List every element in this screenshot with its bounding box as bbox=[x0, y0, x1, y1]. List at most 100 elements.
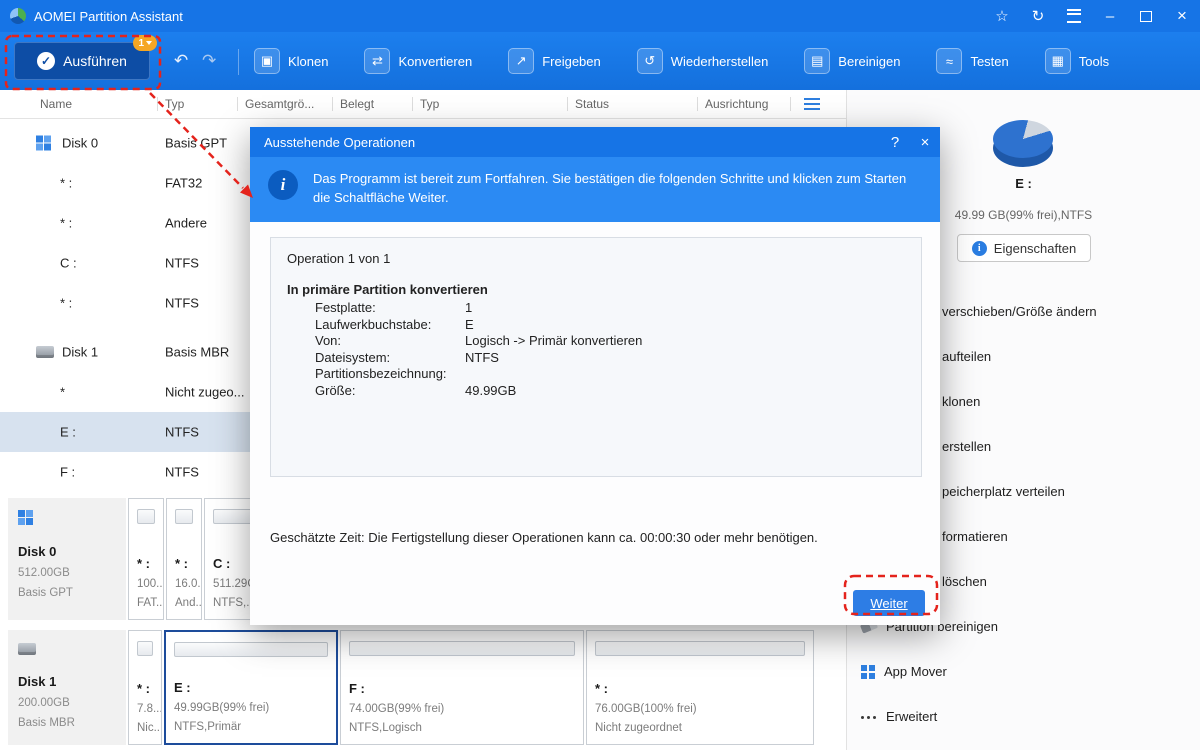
header-divider bbox=[790, 97, 791, 111]
partition-name: * : bbox=[137, 556, 150, 571]
row-typ: FAT32 bbox=[165, 175, 203, 191]
partition-box[interactable]: * : 100... FAT... bbox=[128, 498, 164, 620]
field-key: Laufwerkbuchstabe: bbox=[315, 316, 432, 332]
partition-size: 100... bbox=[137, 578, 164, 590]
disk-size: 200.00GB bbox=[18, 697, 70, 709]
toolbar-item-konvertieren[interactable]: ⇄ Konvertieren bbox=[364, 48, 472, 74]
toolbar-item-label: Tools bbox=[1078, 53, 1110, 69]
partition-name: E : bbox=[174, 680, 191, 695]
menu-item-erweitert[interactable]: Erweitert bbox=[847, 694, 1200, 739]
disk-gpt-icon bbox=[18, 510, 33, 525]
partition-name: * : bbox=[137, 681, 150, 696]
hamburger-menu-icon[interactable] bbox=[1056, 0, 1092, 32]
partition-box[interactable]: * : 76.00GB(100% frei) Nicht zugeordnet bbox=[586, 630, 814, 745]
menu-lines-icon bbox=[1067, 9, 1081, 23]
toolbar-item-klonen[interactable]: ▣ Klonen bbox=[254, 48, 328, 74]
row-typ: NTFS bbox=[165, 464, 199, 480]
share-icon: ↗ bbox=[508, 48, 535, 74]
toolbar-item-wiederherstellen[interactable]: ↺ Wiederherstellen bbox=[636, 48, 769, 74]
operation-field: Festplatte: 1 bbox=[287, 300, 905, 317]
capacity-bar bbox=[137, 509, 155, 524]
partition-box-selected[interactable]: E : 49.99GB(99% frei) NTFS,Primär bbox=[164, 630, 338, 745]
col-typ2[interactable]: Typ bbox=[420, 90, 439, 118]
redo-button[interactable]: ↷ bbox=[202, 51, 216, 71]
partition-fs: Nicht zugeordnet bbox=[595, 722, 682, 734]
field-key: Größe: bbox=[315, 382, 356, 398]
check-icon: ✓ bbox=[37, 52, 56, 70]
col-gesamt[interactable]: Gesamtgrö... bbox=[245, 90, 314, 118]
operation-count: Operation 1 von 1 bbox=[287, 251, 391, 266]
close-button[interactable]: × bbox=[1164, 0, 1200, 32]
row-typ: NTFS bbox=[165, 424, 199, 440]
field-value: 49.99GB bbox=[465, 382, 517, 398]
col-typ[interactable]: Typ bbox=[165, 90, 184, 118]
column-options-icon[interactable] bbox=[804, 98, 820, 110]
table-header: Name Typ Gesamtgrö... Belegt Typ Status … bbox=[0, 90, 846, 119]
maximize-button[interactable] bbox=[1128, 0, 1164, 32]
dialog-titlebar: Ausstehende Operationen ? × bbox=[250, 127, 940, 157]
operation-title: In primäre Partition konvertieren bbox=[287, 282, 488, 297]
partition-fs: Nic... bbox=[137, 722, 162, 734]
toolbar-item-freigeben[interactable]: ↗ Freigeben bbox=[508, 48, 601, 74]
dialog-body: Operation 1 von 1 In primäre Partition k… bbox=[250, 222, 940, 625]
disk-style: Basis MBR bbox=[18, 717, 75, 729]
operation-field: Größe: 49.99GB bbox=[287, 383, 905, 400]
disk-name: Disk 0 bbox=[18, 544, 57, 559]
toolbar-item-label: Wiederherstellen bbox=[670, 53, 769, 69]
favorite-star-icon[interactable]: ☆ bbox=[984, 0, 1020, 32]
row-name: Disk 1 bbox=[62, 344, 99, 360]
toolbar-item-label: Konvertieren bbox=[398, 53, 473, 69]
partition-name: * : bbox=[175, 556, 188, 571]
disk0-info-box[interactable]: Disk 0 512.00GB Basis GPT bbox=[8, 498, 126, 620]
dialog-info-banner: i Das Programm ist bereit zum Fortfahren… bbox=[250, 157, 940, 222]
partition-name: F : bbox=[349, 681, 365, 696]
properties-button[interactable]: i Eigenschaften bbox=[957, 234, 1091, 262]
field-value: E bbox=[465, 316, 474, 332]
toolbar-item-bereinigen[interactable]: ▤ Bereinigen bbox=[804, 48, 900, 74]
properties-label: Eigenschaften bbox=[993, 240, 1077, 256]
partition-box[interactable]: * : 16.0... And... bbox=[166, 498, 202, 620]
operation-field: Laufwerkbuchstabe: E bbox=[287, 317, 905, 334]
titlebar-actions: ☆ ↻ – × bbox=[984, 0, 1200, 32]
apply-button[interactable]: ✓ Ausführen 1 bbox=[14, 35, 157, 80]
menu-item-label: Erweitert bbox=[886, 709, 938, 724]
partition-fs: And... bbox=[175, 597, 202, 609]
row-typ: NTFS bbox=[165, 255, 199, 271]
capacity-bar bbox=[349, 641, 575, 656]
disk1-info-box[interactable]: Disk 1 200.00GB Basis MBR bbox=[8, 630, 126, 745]
toolbar: ✓ Ausführen 1 ↶ ↷ ▣ Klonen ⇄ Konvertiere… bbox=[0, 32, 1200, 90]
capacity-bar bbox=[174, 642, 328, 657]
partition-size: 76.00GB(100% frei) bbox=[595, 703, 697, 715]
toolbar-item-testen[interactable]: ≈ Testen bbox=[936, 48, 1009, 74]
partition-box[interactable]: * : 7.8... Nic... bbox=[128, 630, 162, 745]
row-name: * : bbox=[60, 295, 73, 311]
col-status[interactable]: Status bbox=[575, 90, 609, 118]
col-belegt[interactable]: Belegt bbox=[340, 90, 374, 118]
row-typ: Basis MBR bbox=[165, 344, 230, 360]
menu-item-app-mover[interactable]: App Mover bbox=[847, 649, 1200, 694]
partition-size: 74.00GB(99% frei) bbox=[349, 703, 445, 715]
toolbar-item-tools[interactable]: ▦ Tools bbox=[1044, 48, 1110, 74]
row-name: * bbox=[60, 384, 66, 400]
dialog-help-button[interactable]: ? bbox=[880, 127, 910, 157]
col-ausrichtung[interactable]: Ausrichtung bbox=[705, 90, 768, 118]
apply-label: Ausführen bbox=[63, 53, 127, 69]
row-name: E : bbox=[60, 424, 76, 440]
capacity-bar bbox=[137, 641, 153, 656]
row-name: C : bbox=[60, 255, 77, 271]
undo-button[interactable]: ↶ bbox=[174, 51, 188, 71]
disk-style: Basis GPT bbox=[18, 587, 73, 599]
convert-icon: ⇄ bbox=[364, 48, 391, 74]
col-name[interactable]: Name bbox=[40, 90, 72, 118]
partition-fs: NTFS,Primär bbox=[174, 721, 242, 733]
partition-box[interactable]: F : 74.00GB(99% frei) NTFS,Logisch bbox=[340, 630, 584, 745]
refresh-icon[interactable]: ↻ bbox=[1020, 0, 1056, 32]
dialog-close-button[interactable]: × bbox=[910, 127, 940, 157]
pie-top bbox=[993, 120, 1053, 158]
clone-icon: ▣ bbox=[254, 48, 280, 74]
row-typ: Nicht zugeo... bbox=[165, 384, 245, 400]
next-button[interactable]: Weiter bbox=[853, 590, 925, 616]
partition-name: * : bbox=[595, 681, 608, 696]
partition-size: 49.99GB(99% frei) bbox=[174, 702, 270, 714]
minimize-button[interactable]: – bbox=[1092, 0, 1128, 32]
